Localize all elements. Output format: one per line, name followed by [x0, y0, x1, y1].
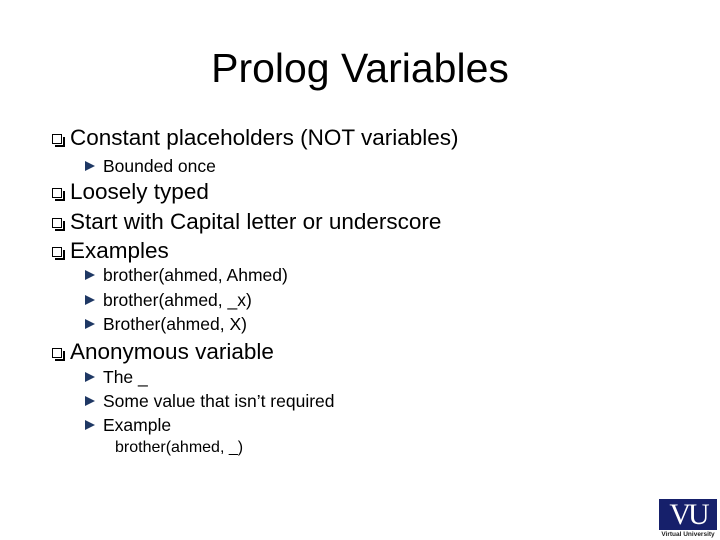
sub-bullet-text: brother(ahmed, _x) [103, 290, 252, 310]
sub-bullet-text: brother(ahmed, Ahmed) [103, 265, 288, 285]
vu-logo: VU Virtual University [659, 499, 717, 540]
checkbox-square-icon [52, 188, 65, 201]
logo-caption: Virtual University [661, 531, 715, 538]
bullet-start-with-capital: Start with Capital letter or underscore [52, 208, 441, 236]
arrow-right-icon [85, 420, 95, 430]
sub-bullet-example-1: brother(ahmed, Ahmed) [85, 264, 288, 286]
bullet-examples: Examples [52, 237, 169, 265]
arrow-right-icon [85, 295, 95, 305]
sub-bullet-bounded-once: Bounded once [85, 155, 216, 177]
bullet-text: Start with Capital letter or underscore [70, 209, 442, 234]
sub-bullet-text: The _ [103, 367, 148, 387]
checkbox-square-icon [52, 247, 65, 260]
sub-bullet-text: Some value that isn’t required [103, 391, 335, 411]
checkbox-square-icon [52, 348, 65, 361]
arrow-right-icon [85, 396, 95, 406]
checkbox-square-icon [52, 134, 65, 147]
sub-bullet-text: Brother(ahmed, X) [103, 314, 247, 334]
bullet-text: Examples [70, 238, 169, 263]
sub-bullet-example-2: brother(ahmed, _x) [85, 289, 252, 311]
arrow-right-icon [85, 161, 95, 171]
bullet-text: Anonymous variable [70, 339, 274, 364]
logo-mark: VU [659, 499, 717, 530]
arrow-right-icon [85, 372, 95, 382]
sub-bullet-example: Example [85, 414, 171, 436]
arrow-right-icon [85, 319, 95, 329]
slide-title: Prolog Variables [211, 45, 509, 91]
sub-bullet-example-3: Brother(ahmed, X) [85, 313, 247, 335]
sub-bullet-text: Example [103, 415, 172, 435]
arrow-right-icon [85, 270, 95, 280]
sub-bullet-text: Bounded once [103, 156, 216, 176]
bullet-anonymous-variable: Anonymous variable [52, 338, 274, 366]
bullet-text: Loosely typed [70, 179, 209, 204]
sub-bullet-some-value: Some value that isn’t required [85, 390, 335, 412]
bullet-constant-placeholders: Constant placeholders (NOT variables) [52, 124, 459, 152]
bullet-loosely-typed: Loosely typed [52, 178, 209, 206]
bullet-text: Constant placeholders (NOT variables) [70, 125, 459, 150]
checkbox-square-icon [52, 218, 65, 231]
example-code: brother(ahmed, _) [115, 439, 244, 456]
sub-bullet-the-underscore: The _ [85, 366, 148, 388]
